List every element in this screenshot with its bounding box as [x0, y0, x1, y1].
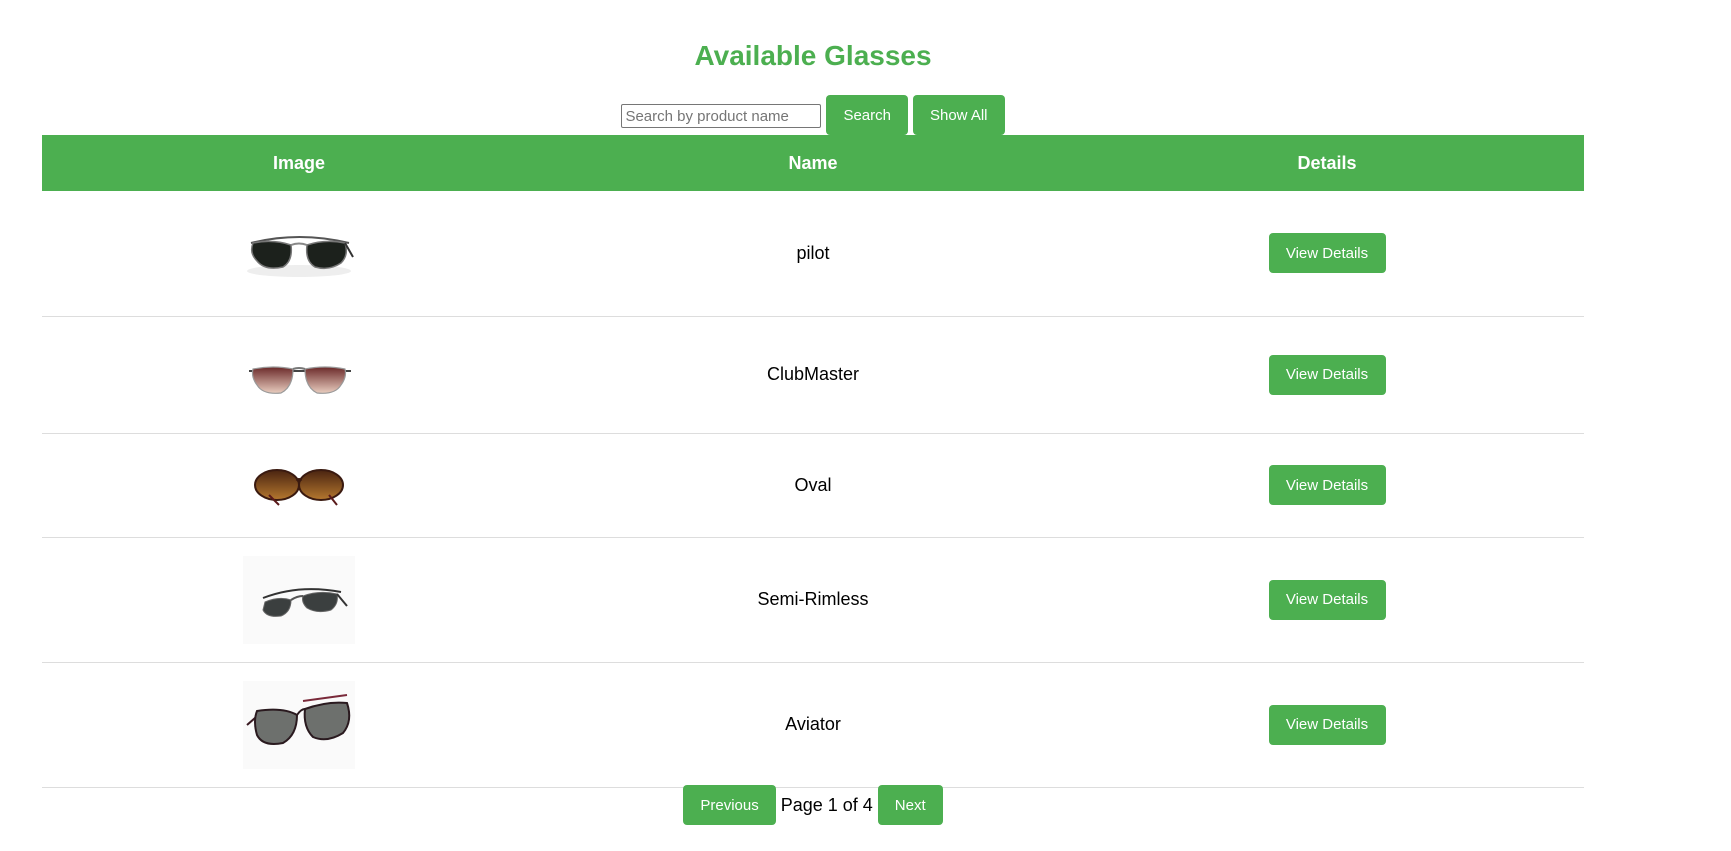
search-input[interactable]: [621, 104, 822, 128]
product-name: pilot: [556, 191, 1070, 317]
table-header-row: Image Name Details: [42, 135, 1584, 191]
view-details-button[interactable]: View Details: [1268, 465, 1386, 505]
aviator-sunglasses-dark-image: [243, 209, 355, 298]
product-list-page: Available Glasses Search Show All Image …: [0, 0, 1731, 851]
image-cell: [42, 191, 556, 317]
table-row: ClubMaster View Details: [42, 316, 1584, 434]
product-name: Aviator: [556, 662, 1070, 788]
table-row: pilot View Details: [42, 191, 1584, 317]
header-image: Image: [42, 135, 556, 191]
product-name: Semi-Rimless: [556, 537, 1070, 663]
search-bar: Search Show All: [0, 95, 1626, 135]
oval-brown-sunglasses-image: [243, 441, 355, 529]
search-button[interactable]: Search: [826, 95, 908, 135]
view-details-button[interactable]: View Details: [1268, 233, 1386, 274]
table-row: Aviator View Details: [42, 662, 1584, 788]
image-cell: [42, 537, 556, 663]
gradient-aviator-sunglasses-image: [243, 330, 355, 419]
image-cell: [42, 433, 556, 538]
show-all-button[interactable]: Show All: [912, 95, 1005, 135]
details-cell: View Details: [1070, 537, 1584, 663]
page-title: Available Glasses: [694, 40, 932, 71]
table-row: Oval View Details: [42, 433, 1584, 538]
details-cell: View Details: [1070, 433, 1584, 538]
product-name: Oval: [556, 433, 1070, 538]
next-page-button[interactable]: Next: [877, 785, 943, 825]
details-cell: View Details: [1070, 662, 1584, 788]
products-table: Image Name Details pilot View Details Cl…: [42, 135, 1584, 788]
header-name: Name: [556, 135, 1070, 191]
details-cell: View Details: [1070, 191, 1584, 317]
image-cell: [42, 316, 556, 434]
previous-page-button[interactable]: Previous: [683, 785, 776, 825]
view-details-button[interactable]: View Details: [1268, 704, 1386, 745]
header-details: Details: [1070, 135, 1584, 191]
semi-rimless-sunglasses-image: [243, 555, 355, 644]
product-name: ClubMaster: [556, 316, 1070, 434]
rectangular-wire-sunglasses-image: [243, 680, 355, 769]
details-cell: View Details: [1070, 316, 1584, 434]
view-details-button[interactable]: View Details: [1268, 579, 1386, 620]
image-cell: [42, 662, 556, 788]
table-row: Semi-Rimless View Details: [42, 537, 1584, 663]
pagination: Previous Page 1 of 4 Next: [0, 785, 1626, 825]
view-details-button[interactable]: View Details: [1268, 354, 1386, 395]
page-indicator: Page 1 of 4: [780, 794, 873, 815]
